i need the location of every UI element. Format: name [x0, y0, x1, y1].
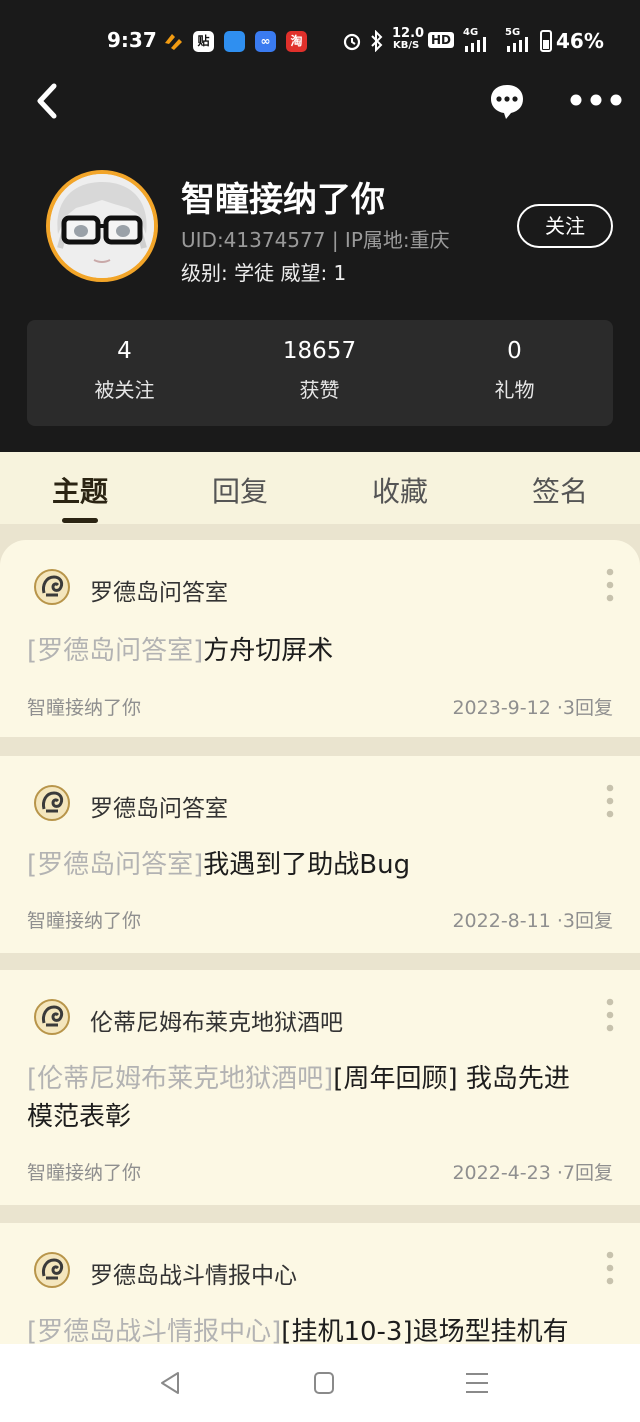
post-title-text: [挂机10-3]退场型挂机有 [281, 1317, 569, 1344]
post-meta: 2022-4-23 ·7回复 [452, 1158, 613, 1185]
forum-name: 伦蒂尼姆布莱克地狱酒吧 [90, 1010, 343, 1036]
post-menu-icon[interactable] [606, 568, 614, 602]
stat-value: 4 [117, 338, 132, 364]
forum-badge-icon [34, 569, 70, 605]
net-speed-unit: KB/S [393, 40, 420, 51]
profile-tabs: 主题 回复 收藏 签名 [0, 452, 640, 524]
back-button[interactable] [30, 80, 66, 122]
post-menu-icon[interactable] [606, 998, 614, 1032]
stat-value: 18657 [282, 338, 357, 364]
post-title-text-line2: 模范表彰 [27, 1102, 132, 1132]
post-meta: 2023-9-12 ·3回复 [452, 693, 613, 720]
post-reply-count: ·3回复 [556, 910, 613, 932]
post-card[interactable]: 罗德岛问答室 [罗德岛问答室]方舟切屏术 智瞳接纳了你 2023-9-12 ·3… [0, 540, 640, 737]
stat-followers[interactable]: 4 被关注 [27, 338, 222, 403]
alarm-icon [343, 33, 361, 51]
stats-panel: 4 被关注 18657 获赞 0 礼物 [27, 320, 613, 426]
post-list: 罗德岛问答室 [罗德岛问答室]方舟切屏术 智瞳接纳了你 2023-9-12 ·3… [0, 540, 640, 1344]
post-reply-count: ·7回复 [556, 1162, 613, 1184]
profile-uid-line: UID:41374577 | IP属地:重庆 [181, 228, 450, 252]
post-card[interactable]: 罗德岛问答室 [罗德岛问答室]我遇到了助战Bug 智瞳接纳了你 2022-8-1… [0, 756, 640, 953]
system-nav-bar [0, 1344, 640, 1422]
post-title-text: 我遇到了助战Bug [203, 850, 411, 880]
status-time: 9:37 [107, 28, 157, 52]
forum-name: 罗德岛问答室 [90, 796, 228, 822]
signal-5g-icon [507, 37, 528, 52]
net-speed-value: 12.0 [392, 26, 425, 41]
post-date: 2022-4-23 [452, 1162, 551, 1184]
post-title[interactable]: [罗德岛问答室]方舟切屏术 [27, 632, 617, 670]
forum-row[interactable]: 伦蒂尼姆布莱克地狱酒吧 [32, 997, 592, 1037]
signal-4g-icon [465, 37, 486, 52]
forum-name: 罗德岛战斗情报中心 [90, 1263, 297, 1289]
battery-icon [540, 30, 552, 52]
post-card[interactable]: 伦蒂尼姆布莱克地狱酒吧 [伦蒂尼姆布莱克地狱酒吧][周年回顾] 我岛先进模范表彰… [0, 970, 640, 1205]
weather-icon [224, 31, 245, 52]
forum-badge-icon [34, 999, 70, 1035]
post-menu-icon[interactable] [606, 1251, 614, 1285]
forum-row[interactable]: 罗德岛战斗情报中心 [32, 1250, 592, 1290]
message-button[interactable] [488, 82, 526, 120]
hd-badge: HD [428, 32, 455, 48]
active-tab-indicator [62, 518, 98, 523]
post-date: 2022-8-11 [452, 910, 551, 932]
forum-row[interactable]: 罗德岛问答室 [32, 567, 592, 607]
stat-label: 获赞 [299, 378, 340, 402]
post-forum-tag: [罗德岛问答室] [27, 636, 204, 666]
post-author: 智瞳接纳了你 [27, 697, 142, 719]
infinity-icon: ∞ [255, 31, 276, 52]
bluetooth-icon [371, 30, 383, 52]
post-title[interactable]: [伦蒂尼姆布莱克地狱酒吧][周年回顾] 我岛先进模范表彰 [27, 1060, 617, 1136]
post-author: 智瞳接纳了你 [27, 910, 142, 932]
huawei-icon [165, 34, 182, 50]
tab-topics[interactable]: 主题 [20, 470, 140, 510]
post-title-text: [周年回顾] 我岛先进 [333, 1064, 570, 1094]
profile-header: 9:37 贴 ∞ 淘 12.0 KB/S HD 4G 5G 46% 智瞳接纳了你… [0, 0, 640, 452]
post-forum-tag: [罗德岛战斗情报中心] [27, 1317, 282, 1344]
post-title[interactable]: [罗德岛战斗情报中心][挂机10-3]退场型挂机有 [27, 1313, 617, 1344]
post-title-text: 方舟切屏术 [203, 636, 334, 666]
profile-rank-line: 级别: 学徒 威望: 1 [181, 261, 347, 285]
taobao-icon: 淘 [286, 31, 307, 52]
tieba-icon: 贴 [193, 31, 214, 52]
more-button[interactable] [570, 92, 622, 108]
status-bar: 9:37 贴 ∞ 淘 12.0 KB/S HD 4G 5G 46% [0, 22, 640, 62]
triangle-back-icon[interactable] [158, 1370, 182, 1396]
post-forum-tag: [伦蒂尼姆布莱克地狱酒吧] [27, 1064, 334, 1094]
tab-signature[interactable]: 签名 [500, 470, 620, 510]
forum-row[interactable]: 罗德岛问答室 [32, 783, 592, 823]
square-home-icon[interactable] [312, 1370, 336, 1396]
follow-button[interactable]: 关注 [517, 204, 613, 248]
avatar[interactable] [46, 170, 158, 282]
menu-lines-icon[interactable] [464, 1370, 490, 1396]
post-reply-count: ·3回复 [556, 697, 613, 719]
post-date: 2023-9-12 [452, 697, 551, 719]
avatar-image [50, 174, 154, 278]
forum-badge-icon [34, 785, 70, 821]
post-menu-icon[interactable] [606, 784, 614, 818]
post-meta: 2022-8-11 ·3回复 [452, 906, 613, 933]
profile-name: 智瞳接纳了你 [181, 180, 385, 220]
stat-value: 0 [507, 338, 522, 364]
post-title[interactable]: [罗德岛问答室]我遇到了助战Bug [27, 846, 617, 884]
stat-label: 被关注 [94, 378, 155, 402]
post-author: 智瞳接纳了你 [27, 1162, 142, 1184]
post-forum-tag: [罗德岛问答室] [27, 850, 204, 880]
tab-favorites[interactable]: 收藏 [340, 470, 460, 510]
tab-replies[interactable]: 回复 [180, 470, 300, 510]
stat-label: 礼物 [494, 378, 535, 402]
stat-likes[interactable]: 18657 获赞 [222, 338, 417, 403]
forum-badge-icon [34, 1252, 70, 1288]
stat-gifts[interactable]: 0 礼物 [417, 338, 612, 403]
forum-name: 罗德岛问答室 [90, 580, 228, 606]
battery-percent: 46% [556, 29, 604, 53]
post-card[interactable]: 罗德岛战斗情报中心 [罗德岛战斗情报中心][挂机10-3]退场型挂机有 [0, 1223, 640, 1344]
